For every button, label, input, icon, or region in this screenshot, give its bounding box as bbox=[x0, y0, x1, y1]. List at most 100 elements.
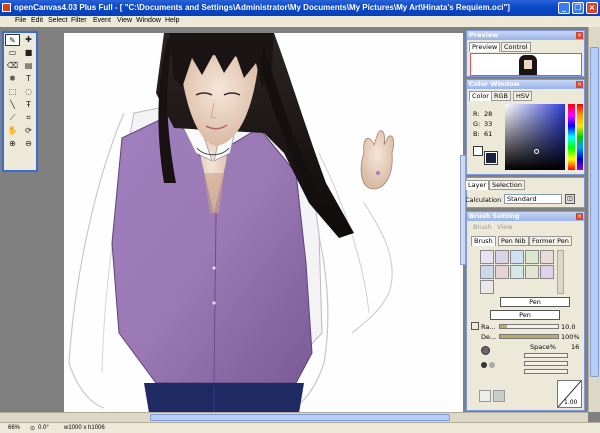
brush-list-scrollbar[interactable] bbox=[557, 250, 564, 294]
menu-edit[interactable]: Edit bbox=[31, 17, 43, 24]
minimize-button[interactable]: _ bbox=[558, 2, 570, 14]
fill-rect-tool-icon[interactable]: ■ bbox=[21, 47, 36, 59]
horizontal-scrollbar-thumb[interactable] bbox=[150, 414, 450, 421]
menu-window[interactable]: Window bbox=[136, 17, 161, 24]
menu-file[interactable]: File bbox=[15, 17, 26, 24]
move-tool-icon[interactable]: ✚ bbox=[21, 34, 36, 46]
rotate-tool-icon[interactable]: ⟳ bbox=[21, 125, 36, 137]
menu-bar: File Edit Select Filter Event View Windo… bbox=[0, 16, 600, 27]
pressure-curve-graph[interactable]: 1.00 bbox=[557, 380, 582, 408]
dot-light-icon bbox=[489, 362, 495, 368]
horizontal-scrollbar[interactable] bbox=[0, 412, 588, 422]
rectangle-tool-icon[interactable]: ▭ bbox=[5, 47, 20, 59]
option-slider-2[interactable] bbox=[524, 361, 568, 366]
menu-help[interactable]: Help bbox=[165, 17, 179, 24]
close-icon[interactable]: × bbox=[576, 213, 583, 220]
radius-toggle-icon[interactable] bbox=[471, 322, 479, 330]
brush-preset-smudge-icon[interactable] bbox=[510, 265, 524, 279]
brush-preset-airbrush-icon[interactable] bbox=[510, 250, 524, 264]
drawing-canvas[interactable] bbox=[64, 33, 463, 413]
brush-preset-pen-icon[interactable] bbox=[480, 250, 494, 264]
texture-swatch[interactable] bbox=[479, 390, 491, 402]
brush-preset-marker-icon[interactable] bbox=[495, 265, 509, 279]
brush-preset-burn-icon[interactable] bbox=[540, 265, 554, 279]
density-label: De... bbox=[481, 333, 497, 341]
close-icon[interactable]: × bbox=[576, 32, 583, 39]
brush-name-secondary[interactable]: Pen bbox=[490, 310, 560, 320]
brush-preset-extra-icon[interactable] bbox=[480, 280, 494, 294]
hue-slider-track[interactable] bbox=[577, 104, 583, 170]
tab-color[interactable]: Color bbox=[469, 91, 492, 101]
zoom-in-icon[interactable]: ⊕ bbox=[5, 138, 20, 150]
tab-brush[interactable]: Brush bbox=[471, 236, 496, 246]
close-button[interactable]: × bbox=[586, 2, 598, 14]
gradient-tool-icon[interactable]: ▤ bbox=[21, 60, 36, 72]
app-icon bbox=[2, 3, 11, 12]
menu-event[interactable]: Event bbox=[93, 17, 111, 24]
brush-preset-dodge-icon[interactable] bbox=[525, 265, 539, 279]
lasso-tool-icon[interactable]: ◌ bbox=[21, 86, 36, 98]
zoom-level: 66% bbox=[8, 425, 21, 431]
current-color-swatch[interactable] bbox=[484, 151, 498, 165]
layer-panel: Layer Selection Calculation Standard ◫ bbox=[465, 177, 585, 208]
canvas-size: w1000 x h1006 bbox=[64, 425, 105, 431]
menu-filter[interactable]: Filter bbox=[71, 17, 87, 24]
line-tool-icon[interactable]: ╲ bbox=[5, 99, 20, 111]
vertical-scrollbar-thumb[interactable] bbox=[590, 47, 599, 377]
crop-tool-icon[interactable]: ⌗ bbox=[21, 112, 36, 124]
r-label: R: bbox=[473, 110, 480, 118]
color-window-panel: Color Window × Color RGB HSV R: 28 G: 33… bbox=[466, 79, 585, 175]
spacing-value: 16 bbox=[571, 343, 580, 351]
brush-name-primary[interactable]: Pen bbox=[500, 297, 570, 307]
radius-slider[interactable] bbox=[499, 324, 559, 329]
artwork-image bbox=[68, 33, 395, 413]
calculation-select[interactable]: Standard bbox=[504, 194, 562, 204]
airbrush-tool-icon[interactable]: ❅ bbox=[5, 73, 20, 85]
eraser-tool-icon[interactable]: ⌫ bbox=[5, 60, 20, 72]
tab-preview[interactable]: Preview bbox=[469, 42, 501, 52]
preview-thumbnail[interactable] bbox=[470, 53, 582, 76]
background-color-swatch[interactable] bbox=[473, 146, 483, 156]
selection-tool-icon[interactable]: ⬚ bbox=[5, 86, 20, 98]
hand-tool-icon[interactable]: ✋ bbox=[5, 125, 20, 137]
tab-pen-nib[interactable]: Pen Nib bbox=[498, 236, 529, 246]
color-cursor bbox=[534, 149, 539, 154]
text-tool-icon[interactable]: T bbox=[21, 73, 36, 85]
brush-preset-watercolor-icon[interactable] bbox=[525, 250, 539, 264]
pen-tool-icon[interactable]: ✎ bbox=[5, 34, 20, 46]
density-slider-fill bbox=[500, 335, 558, 338]
option-slider-1[interactable] bbox=[524, 353, 568, 358]
brush-preset-eraser-icon[interactable] bbox=[480, 265, 494, 279]
rotation-value: 0.0° bbox=[38, 425, 49, 431]
texture-swatch-alt[interactable] bbox=[493, 390, 505, 402]
tab-hsv[interactable]: HSV bbox=[513, 91, 533, 101]
close-icon[interactable]: × bbox=[576, 81, 583, 88]
tab-rgb[interactable]: RGB bbox=[491, 91, 512, 101]
vertical-scrollbar[interactable] bbox=[588, 27, 600, 412]
layer-options-icon[interactable]: ◫ bbox=[565, 194, 575, 204]
maximize-button[interactable]: ❐ bbox=[572, 2, 584, 14]
tab-former-pen[interactable]: Former Pen bbox=[529, 236, 572, 246]
subtab-view[interactable]: View bbox=[497, 223, 512, 231]
dot-icon bbox=[481, 362, 487, 368]
density-slider[interactable] bbox=[499, 334, 559, 339]
option-slider-3[interactable] bbox=[524, 369, 568, 374]
brush-preset-blur-icon[interactable] bbox=[540, 250, 554, 264]
color-window-title: Color Window bbox=[467, 80, 584, 89]
zoom-out-icon[interactable]: ⊖ bbox=[21, 138, 36, 150]
radius-label: Ra... bbox=[481, 323, 496, 331]
tab-control[interactable]: Control bbox=[501, 42, 531, 52]
subtab-brush[interactable]: Brush bbox=[473, 223, 492, 231]
menu-select[interactable]: Select bbox=[48, 17, 67, 24]
panel-dock-tab[interactable] bbox=[460, 155, 466, 265]
text-edit-tool-icon[interactable]: Ŧ bbox=[21, 99, 36, 111]
menu-view[interactable]: View bbox=[117, 17, 132, 24]
color-picker-square[interactable] bbox=[505, 104, 565, 170]
brush-setting-panel: Brush Setting × Brush View Brush Pen Nib… bbox=[466, 211, 585, 411]
tab-selection[interactable]: Selection bbox=[489, 180, 525, 190]
pressure-icon[interactable] bbox=[481, 346, 490, 355]
eyedropper-tool-icon[interactable]: ⟋ bbox=[5, 112, 20, 124]
hue-slider[interactable] bbox=[568, 104, 575, 170]
tab-layer[interactable]: Layer bbox=[465, 180, 490, 190]
brush-preset-pencil-icon[interactable] bbox=[495, 250, 509, 264]
